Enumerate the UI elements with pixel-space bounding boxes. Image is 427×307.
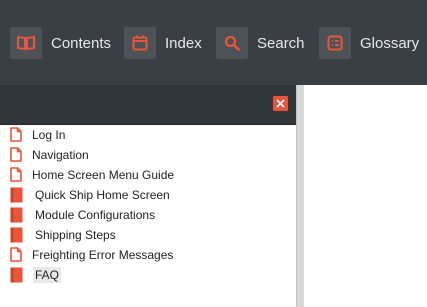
book-open-icon bbox=[10, 27, 42, 59]
page-icon bbox=[10, 247, 24, 263]
page-icon bbox=[10, 127, 24, 143]
toc-item-label: Quick Ship Home Screen bbox=[35, 188, 170, 202]
toc-item-label: FAQ bbox=[33, 267, 62, 283]
close-panel-button[interactable] bbox=[273, 96, 288, 111]
toc-item-label: Freighting Error Messages bbox=[32, 248, 174, 262]
toc-list: Log In Navigation Home Screen Menu Guide Qu… bbox=[0, 125, 296, 307]
toc-item[interactable]: Navigation bbox=[0, 145, 296, 165]
toc-item-label: Navigation bbox=[32, 148, 89, 162]
toc-item-label: Shipping Steps bbox=[35, 228, 116, 242]
search-icon bbox=[216, 27, 248, 59]
content-area bbox=[304, 85, 427, 307]
toolbar: Contents Index Search Glossary bbox=[0, 0, 427, 85]
contents-button[interactable]: Contents bbox=[10, 26, 111, 60]
index-label: Index bbox=[165, 34, 202, 52]
toc-item-label: Module Configurations bbox=[35, 208, 156, 222]
glossary-button[interactable]: Glossary bbox=[319, 26, 419, 60]
glossary-label: Glossary bbox=[360, 34, 420, 52]
close-icon bbox=[276, 99, 285, 108]
toc-item[interactable]: FAQ bbox=[0, 265, 296, 285]
toc-item[interactable]: Log In bbox=[0, 125, 296, 145]
search-label: Search bbox=[257, 34, 305, 52]
toc-item[interactable]: Shipping Steps bbox=[0, 225, 296, 245]
toc-item[interactable]: Home Screen Menu Guide bbox=[0, 165, 296, 185]
toc-item[interactable]: Module Configurations bbox=[0, 205, 296, 225]
list-icon bbox=[319, 27, 351, 59]
book-icon bbox=[10, 207, 24, 223]
calendar-icon bbox=[124, 27, 156, 59]
book-icon bbox=[10, 187, 24, 203]
toc-item-label: Home Screen Menu Guide bbox=[32, 168, 175, 182]
toc-item-label: Log In bbox=[32, 128, 66, 142]
toc-item[interactable]: Freighting Error Messages bbox=[0, 245, 296, 265]
search-button[interactable]: Search bbox=[216, 26, 305, 60]
contents-label: Contents bbox=[51, 34, 112, 52]
toc-item[interactable]: Quick Ship Home Screen bbox=[0, 185, 296, 205]
panel-header bbox=[0, 85, 298, 125]
index-button[interactable]: Index bbox=[124, 26, 202, 60]
page-icon bbox=[10, 147, 24, 163]
book-icon bbox=[10, 227, 24, 243]
page-icon bbox=[10, 167, 24, 183]
book-icon bbox=[10, 267, 24, 283]
